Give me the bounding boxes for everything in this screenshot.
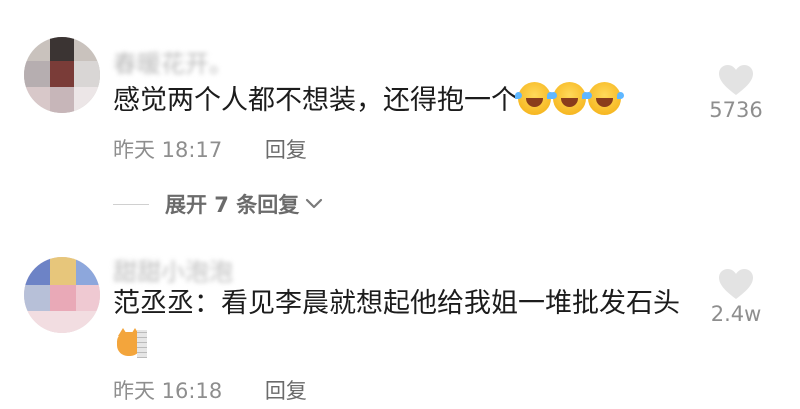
like-button[interactable]: 2.4w <box>696 268 776 326</box>
like-count: 2.4w <box>710 302 762 326</box>
reply-button[interactable]: 回复 <box>265 379 307 403</box>
comment-username[interactable]: 甜甜小泡泡 <box>113 252 233 287</box>
heart-icon <box>719 269 753 299</box>
comment-item: 甜甜小泡泡 范丞丞：看见李晨就想起他给我姐一堆批发石头 昨天 16:18 回复 … <box>0 0 800 409</box>
cat-sticker-icon <box>117 328 147 358</box>
comment-text-body: 范丞丞：看见李晨就想起他给我姐一堆批发石头 <box>113 288 680 319</box>
avatar[interactable] <box>24 257 100 333</box>
comment-text: 范丞丞：看见李晨就想起他给我姐一堆批发石头 <box>113 283 693 367</box>
comment-time: 昨天 16:18 <box>113 379 223 403</box>
comment-meta: 昨天 16:18 回复 <box>113 375 307 405</box>
